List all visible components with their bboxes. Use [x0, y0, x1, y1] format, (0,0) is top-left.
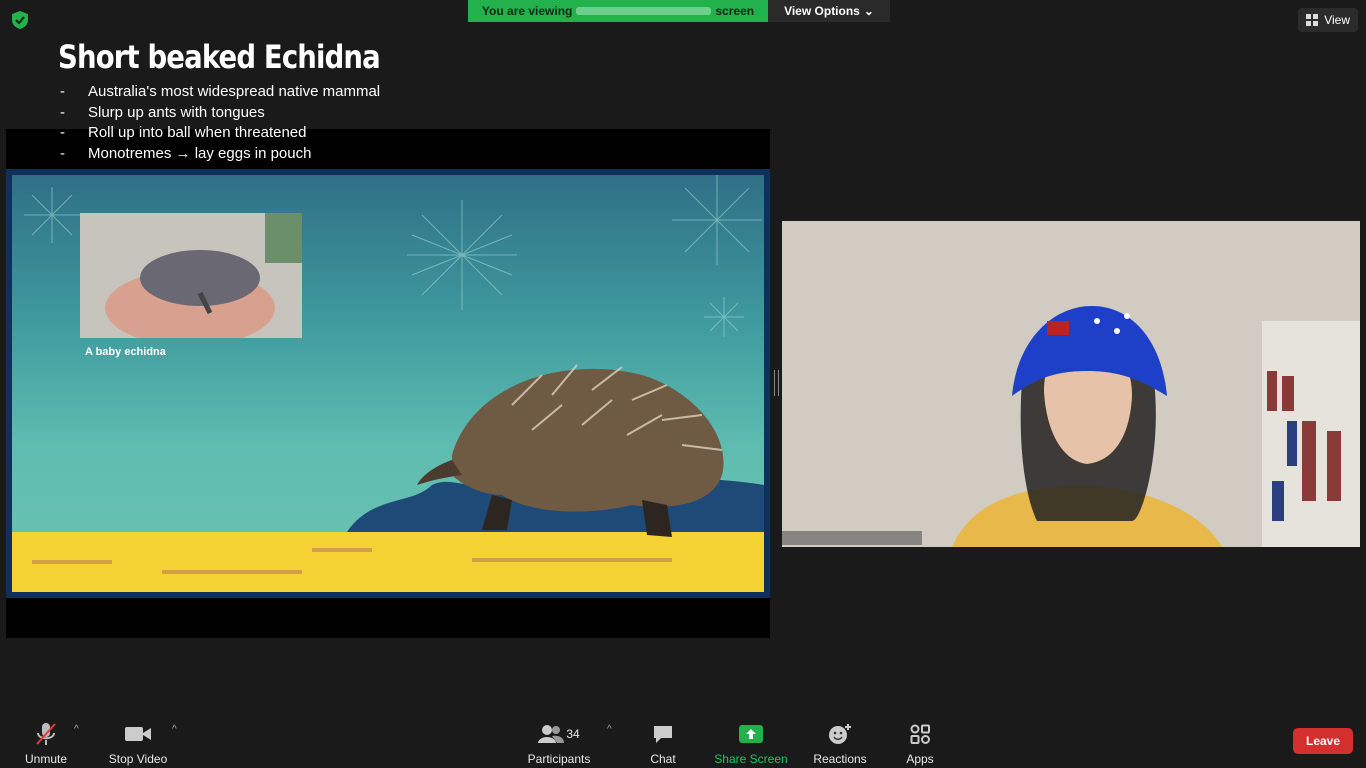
- video-options-caret-icon[interactable]: ^: [172, 724, 177, 735]
- microphone-muted-icon: [31, 721, 61, 747]
- apps-label: Apps: [906, 752, 934, 766]
- participant-count: 34: [566, 727, 580, 741]
- chevron-down-icon: ⌄: [863, 4, 874, 18]
- security-shield-icon[interactable]: [10, 10, 30, 30]
- bullet-item: - Roll up into ball when threatened: [60, 124, 307, 141]
- stop-video-label: Stop Video: [108, 752, 168, 766]
- view-label: View: [1324, 13, 1350, 27]
- slide-bullet-list: - Australia's most widespread native mamm…: [60, 82, 380, 164]
- slide-title: Short beaked Echidna: [58, 38, 381, 76]
- chat-bubble-icon: [648, 721, 678, 747]
- echidna-image: [417, 364, 724, 537]
- view-button[interactable]: View: [1298, 8, 1358, 32]
- baby-echidna-photo: [80, 213, 302, 338]
- unmute-button[interactable]: Unmute: [22, 718, 70, 766]
- participants-button[interactable]: 34 Participants: [525, 718, 593, 766]
- reactions-label: Reactions: [813, 752, 867, 766]
- apps-icon: [905, 721, 935, 747]
- banner-suffix: screen: [715, 4, 755, 18]
- leave-button[interactable]: Leave: [1293, 728, 1353, 754]
- participant-video-tile[interactable]: [782, 221, 1360, 547]
- photo-caption: A baby echidna: [85, 346, 166, 358]
- chat-label: Chat: [650, 752, 676, 766]
- reactions-button[interactable]: Reactions: [812, 718, 868, 766]
- banner-prefix: You are viewing: [481, 4, 573, 18]
- participants-icon: 34: [534, 721, 584, 747]
- bullet-item: - Australia's most widespread native mamm…: [60, 83, 381, 100]
- viewing-screen-banner: You are viewing screen: [468, 0, 768, 22]
- chat-button[interactable]: Chat: [643, 718, 683, 766]
- share-screen-button[interactable]: Share Screen: [713, 718, 789, 766]
- participant-name-label: [782, 531, 922, 545]
- view-options-label: View Options: [784, 4, 860, 18]
- participants-options-caret-icon[interactable]: ^: [607, 724, 612, 735]
- view-options-button[interactable]: View Options ⌄: [768, 0, 890, 22]
- video-camera-icon: [123, 721, 153, 747]
- meeting-toolbar: Unmute ^ Stop Video ^ 34 Participants ^ …: [0, 708, 1366, 768]
- audio-options-caret-icon[interactable]: ^: [74, 724, 79, 735]
- bullet-item: - Monotremes → lay eggs in pouch: [60, 144, 312, 162]
- stop-video-button[interactable]: Stop Video: [106, 718, 170, 766]
- participants-label: Participants: [527, 752, 591, 766]
- unmute-label: Unmute: [24, 752, 68, 766]
- resize-handle[interactable]: [774, 370, 779, 396]
- share-screen-icon: [736, 721, 766, 747]
- grid-icon: [1306, 14, 1319, 26]
- apps-button[interactable]: Apps: [902, 718, 938, 766]
- share-screen-label: Share Screen: [714, 752, 788, 766]
- redacted-name: [576, 7, 712, 15]
- smiley-icon: [825, 721, 855, 747]
- bullet-item: - Slurp up ants with tongues: [60, 103, 265, 121]
